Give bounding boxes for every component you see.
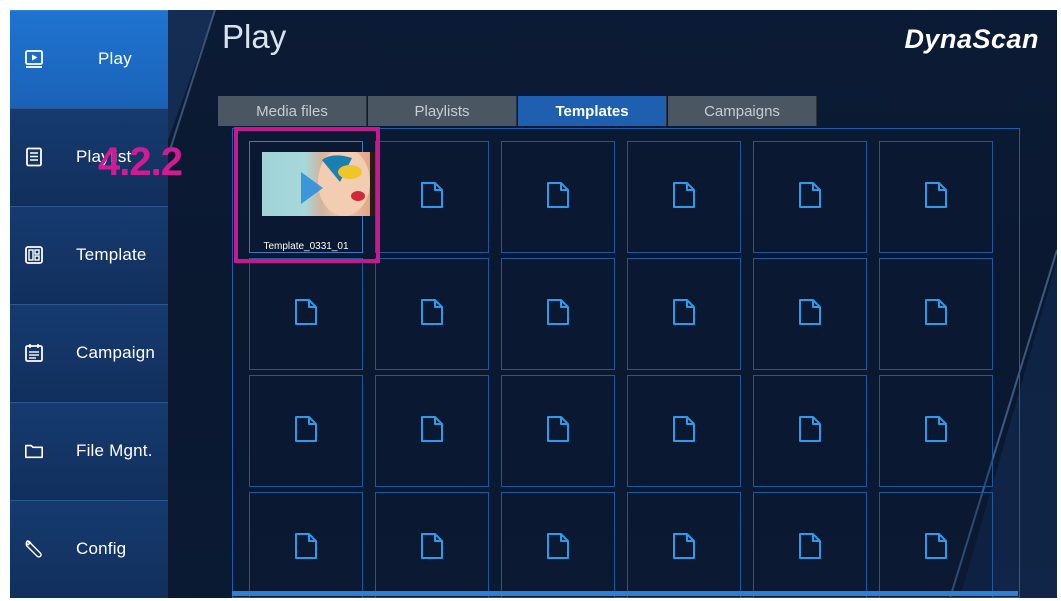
sidebar: Play Playlist Template Campaign File Mgn… [10,10,168,598]
sidebar-item-label: Config [76,539,127,558]
file-icon [545,297,571,331]
layout-grid-icon [24,245,44,265]
file-icon [797,180,823,214]
sidebar-item-file-mgnt[interactable]: File Mgnt. [10,402,168,501]
file-icon [293,531,319,565]
template-slot-empty[interactable] [879,375,993,487]
template-slot-empty[interactable] [627,141,741,253]
sidebar-item-label: Template [76,245,147,264]
template-slot-empty[interactable] [501,492,615,598]
page-title: Play [222,18,287,55]
template-slot-empty[interactable] [627,375,741,487]
file-icon [797,297,823,331]
file-icon [671,414,697,448]
template-slot-empty[interactable] [753,375,867,487]
file-icon [545,414,571,448]
sidebar-item-play[interactable]: Play [10,10,168,109]
template-slot-empty[interactable] [879,492,993,598]
template-slot-empty[interactable] [879,258,993,370]
template-slot-empty[interactable] [375,492,489,598]
file-icon [545,531,571,565]
template-item-selected[interactable]: Template_0331_01 [249,141,376,253]
template-slot-empty[interactable] [375,258,489,370]
file-icon [419,180,445,214]
app-window: Play Playlist Template Campaign File Mgn… [10,10,1057,598]
template-item-label: Template_0331_01 [263,241,349,252]
file-icon [419,414,445,448]
template-slot-empty[interactable] [753,258,867,370]
template-slot-empty[interactable] [753,141,867,253]
template-slot-empty[interactable] [375,141,489,253]
annotation-step-label: 4.2.2 [98,140,183,184]
sidebar-item-label: Campaign [76,343,156,362]
file-icon [797,531,823,565]
template-slot-empty[interactable] [501,258,615,370]
template-slot-empty[interactable] [627,258,741,370]
play-overlay-icon [301,172,323,204]
sidebar-item-label: Play [98,49,132,68]
file-icon [293,297,319,331]
template-slot-empty[interactable] [501,141,615,253]
file-icon [923,180,949,214]
sidebar-item-config[interactable]: Config [10,500,168,598]
play-screen-icon [24,49,44,69]
file-icon [923,414,949,448]
template-slot-empty[interactable] [249,258,363,370]
template-slot-empty[interactable] [501,375,615,487]
file-icon [797,414,823,448]
brand-logo: DynaScan [904,24,1039,54]
template-slot-empty[interactable] [753,492,867,598]
file-icon [923,297,949,331]
template-slot-empty[interactable] [249,492,363,598]
file-icon [545,180,571,214]
file-icon [419,531,445,565]
list-document-icon [24,147,44,167]
sidebar-item-template[interactable]: Template [10,206,168,305]
file-icon [923,531,949,565]
file-icon [671,297,697,331]
wrench-icon [24,539,44,559]
tab-media-files[interactable]: Media files [218,96,367,126]
template-slot-empty[interactable] [627,492,741,598]
sidebar-item-label: File Mgnt. [76,441,153,460]
sidebar-item-campaign[interactable]: Campaign [10,304,168,403]
file-icon [293,414,319,448]
tab-playlists[interactable]: Playlists [368,96,517,126]
horizontal-scrollbar[interactable] [232,591,1018,596]
folder-icon [24,441,44,461]
tab-campaigns[interactable]: Campaigns [668,96,817,126]
file-icon [419,297,445,331]
template-grid: Template_0331_01 [232,128,1020,598]
calendar-list-icon [24,343,44,363]
template-slot-empty[interactable] [249,375,363,487]
template-slot-empty[interactable] [375,375,489,487]
tab-templates[interactable]: Templates [518,96,667,126]
file-icon [671,180,697,214]
template-slot-empty[interactable] [879,141,993,253]
file-icon [671,531,697,565]
